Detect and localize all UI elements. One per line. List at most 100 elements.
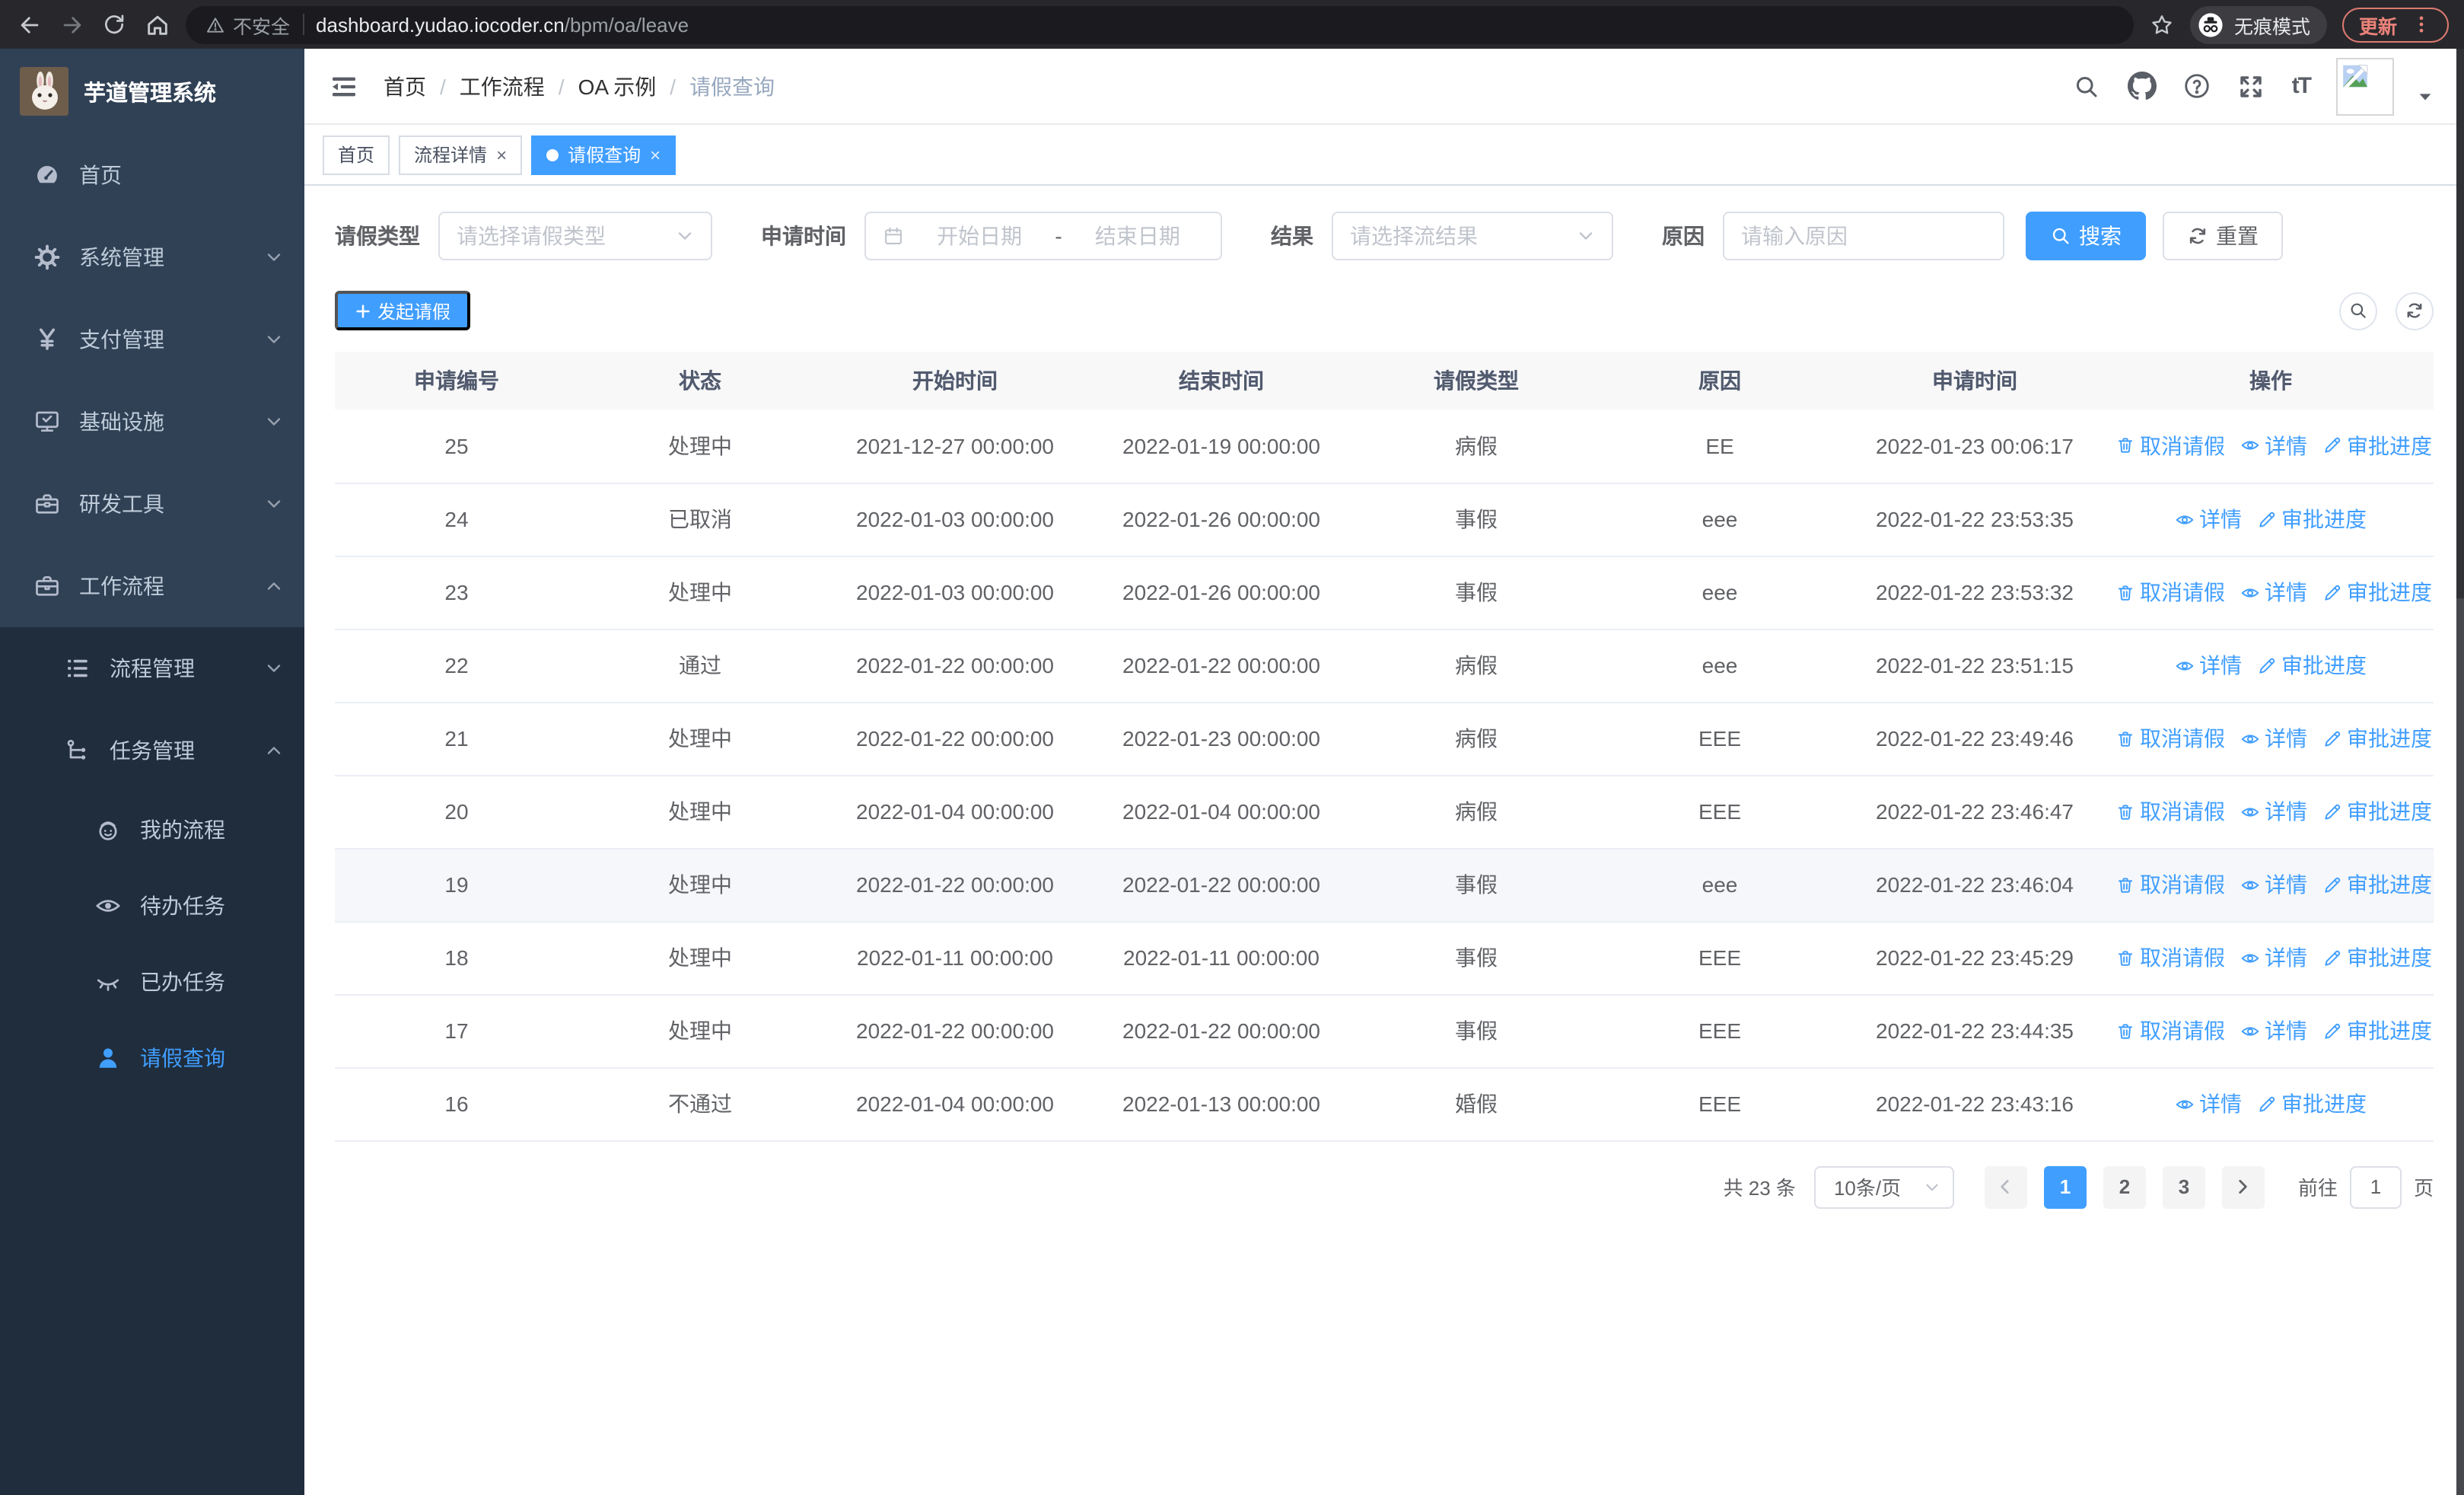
leave-type-select[interactable]: 请选择请假类型 [438, 212, 712, 260]
apply-time-range-picker[interactable]: 开始日期 - 结束日期 [864, 212, 1222, 260]
tab-首页[interactable]: 首页 [323, 135, 390, 174]
window-scrollbar[interactable] [2456, 49, 2464, 1495]
cell-id: 16 [335, 1067, 578, 1141]
security-status[interactable]: 不安全 [205, 10, 290, 39]
approval-progress-link[interactable]: 审批进度 [2257, 650, 2367, 681]
help-icon[interactable] [2182, 72, 2211, 100]
cell-id: 23 [335, 556, 578, 630]
sidebar-item-workflow[interactable]: 工作流程 [0, 545, 304, 627]
sidebar-item-system-management[interactable]: 系统管理 [0, 216, 304, 298]
tab-流程详情[interactable]: 流程详情 × [399, 135, 523, 174]
show-search-button[interactable] [2339, 292, 2377, 330]
page-button-2[interactable]: 2 [2103, 1165, 2146, 1208]
home-icon[interactable] [143, 11, 170, 38]
browser-update-button[interactable]: 更新 [2341, 7, 2449, 42]
sidebar-item-label: 我的流程 [140, 818, 225, 842]
reload-icon[interactable] [100, 11, 128, 38]
detail-link[interactable]: 详情 [2240, 1015, 2307, 1046]
eye-icon [2240, 948, 2260, 967]
approval-progress-link[interactable]: 审批进度 [2322, 431, 2432, 461]
page-button-1[interactable]: 1 [2043, 1165, 2087, 1208]
caret-down-icon[interactable] [2411, 82, 2440, 111]
search-button[interactable]: 搜索 [2026, 212, 2146, 260]
cell-start: 2022-01-22 00:00:00 [822, 629, 1088, 703]
detail-link[interactable]: 详情 [2175, 504, 2242, 534]
result-select[interactable]: 请选择流结果 [1332, 212, 1613, 260]
close-icon[interactable]: × [496, 145, 507, 164]
search-icon [2050, 222, 2071, 250]
page-button-3[interactable]: 3 [2162, 1165, 2205, 1208]
create-leave-button[interactable]: 发起请假 [335, 291, 471, 330]
cell-actions: 取消请假 详情 审批进度 [2108, 848, 2434, 922]
detail-link[interactable]: 详情 [2240, 431, 2307, 461]
close-icon[interactable]: × [650, 145, 661, 164]
cell-actions: 取消请假 详情 审批进度 [2108, 702, 2434, 776]
sidebar-item-dev-tools[interactable]: 研发工具 [0, 463, 304, 545]
address-bar[interactable]: 不安全 dashboard.yudao.iocoder.cn/bpm/oa/le… [186, 5, 2134, 43]
sidebar-item-payment-management[interactable]: 支付管理 [0, 298, 304, 381]
table-row: 21 处理中 2022-01-22 00:00:00 2022-01-23 00:00… [335, 702, 2434, 776]
cancel-leave-link[interactable]: 取消请假 [2115, 869, 2225, 900]
page-size-select[interactable]: 10条/页 [1813, 1165, 1954, 1208]
approval-progress-link[interactable]: 审批进度 [2322, 577, 2432, 607]
fullscreen-icon[interactable] [2237, 72, 2266, 100]
column-header: 操作 [2108, 352, 2434, 410]
action-label: 审批进度 [2281, 653, 2367, 677]
reset-button[interactable]: 重置 [2163, 212, 2283, 260]
eye-icon [2175, 655, 2195, 675]
cancel-leave-link[interactable]: 取消请假 [2115, 942, 2225, 973]
approval-progress-link[interactable]: 审批进度 [2322, 723, 2432, 754]
sidebar-item-leave-query[interactable]: 请假查询 [0, 1020, 304, 1096]
approval-progress-link[interactable]: 审批进度 [2257, 504, 2367, 534]
action-label: 详情 [2199, 507, 2242, 531]
detail-link[interactable]: 详情 [2240, 869, 2307, 900]
breadcrumb-item[interactable]: 工作流程 [460, 71, 545, 101]
cancel-leave-link[interactable]: 取消请假 [2115, 1015, 2225, 1046]
github-icon[interactable] [2127, 72, 2157, 100]
sidebar-logo-row[interactable]: 芋道管理系统 [0, 49, 304, 134]
detail-link[interactable]: 详情 [2175, 1089, 2242, 1119]
sidebar-item-home[interactable]: 首页 [0, 134, 304, 216]
browser-menu-icon[interactable] [2411, 14, 2432, 35]
action-label: 审批进度 [2281, 507, 2367, 531]
approval-progress-link[interactable]: 审批进度 [2322, 869, 2432, 900]
cancel-leave-link[interactable]: 取消请假 [2115, 723, 2225, 754]
prev-page-button[interactable] [1984, 1165, 2027, 1208]
breadcrumb-item[interactable]: 首页 [384, 71, 426, 101]
sidebar-item-done-tasks[interactable]: 已办任务 [0, 944, 304, 1020]
back-icon[interactable] [15, 11, 43, 38]
refresh-table-button[interactable] [2396, 292, 2434, 330]
yen-icon [33, 326, 61, 353]
breadcrumb-item[interactable]: OA 示例 [578, 71, 657, 101]
plus-icon [355, 302, 371, 319]
sidebar-item-task-management[interactable]: 任务管理 [0, 709, 304, 792]
cancel-leave-link[interactable]: 取消请假 [2115, 577, 2225, 607]
sidebar-item-process-management[interactable]: 流程管理 [0, 627, 304, 709]
font-size-icon[interactable]: tT [2292, 73, 2312, 99]
detail-link[interactable]: 详情 [2175, 650, 2242, 681]
bookmark-star-icon[interactable] [2149, 11, 2175, 37]
detail-link[interactable]: 详情 [2240, 577, 2307, 607]
approval-progress-link[interactable]: 审批进度 [2322, 942, 2432, 973]
next-page-button[interactable] [2221, 1165, 2265, 1208]
hamburger-icon[interactable] [329, 71, 359, 101]
avatar[interactable] [2336, 57, 2394, 115]
cancel-leave-link[interactable]: 取消请假 [2115, 796, 2225, 827]
goto-page-input[interactable] [2349, 1165, 2402, 1208]
forward-icon[interactable] [58, 11, 85, 38]
approval-progress-link[interactable]: 审批进度 [2257, 1089, 2367, 1119]
sidebar-item-my-processes[interactable]: 我的流程 [0, 792, 304, 868]
tab-请假查询[interactable]: 请假查询 × [531, 135, 676, 174]
search-icon[interactable] [2073, 72, 2102, 100]
approval-progress-link[interactable]: 审批进度 [2322, 796, 2432, 827]
cell-type: 病假 [1355, 775, 1598, 849]
detail-link[interactable]: 详情 [2240, 796, 2307, 827]
sidebar-item-todo-tasks[interactable]: 待办任务 [0, 868, 304, 944]
sidebar-item-infrastructure[interactable]: 基础设施 [0, 381, 304, 463]
cancel-leave-link[interactable]: 取消请假 [2115, 431, 2225, 461]
detail-link[interactable]: 详情 [2240, 723, 2307, 754]
reason-input[interactable] [1741, 224, 1986, 248]
approval-progress-link[interactable]: 审批进度 [2322, 1015, 2432, 1046]
table-row: 20 处理中 2022-01-04 00:00:00 2022-01-04 00:00… [335, 775, 2434, 849]
detail-link[interactable]: 详情 [2240, 942, 2307, 973]
